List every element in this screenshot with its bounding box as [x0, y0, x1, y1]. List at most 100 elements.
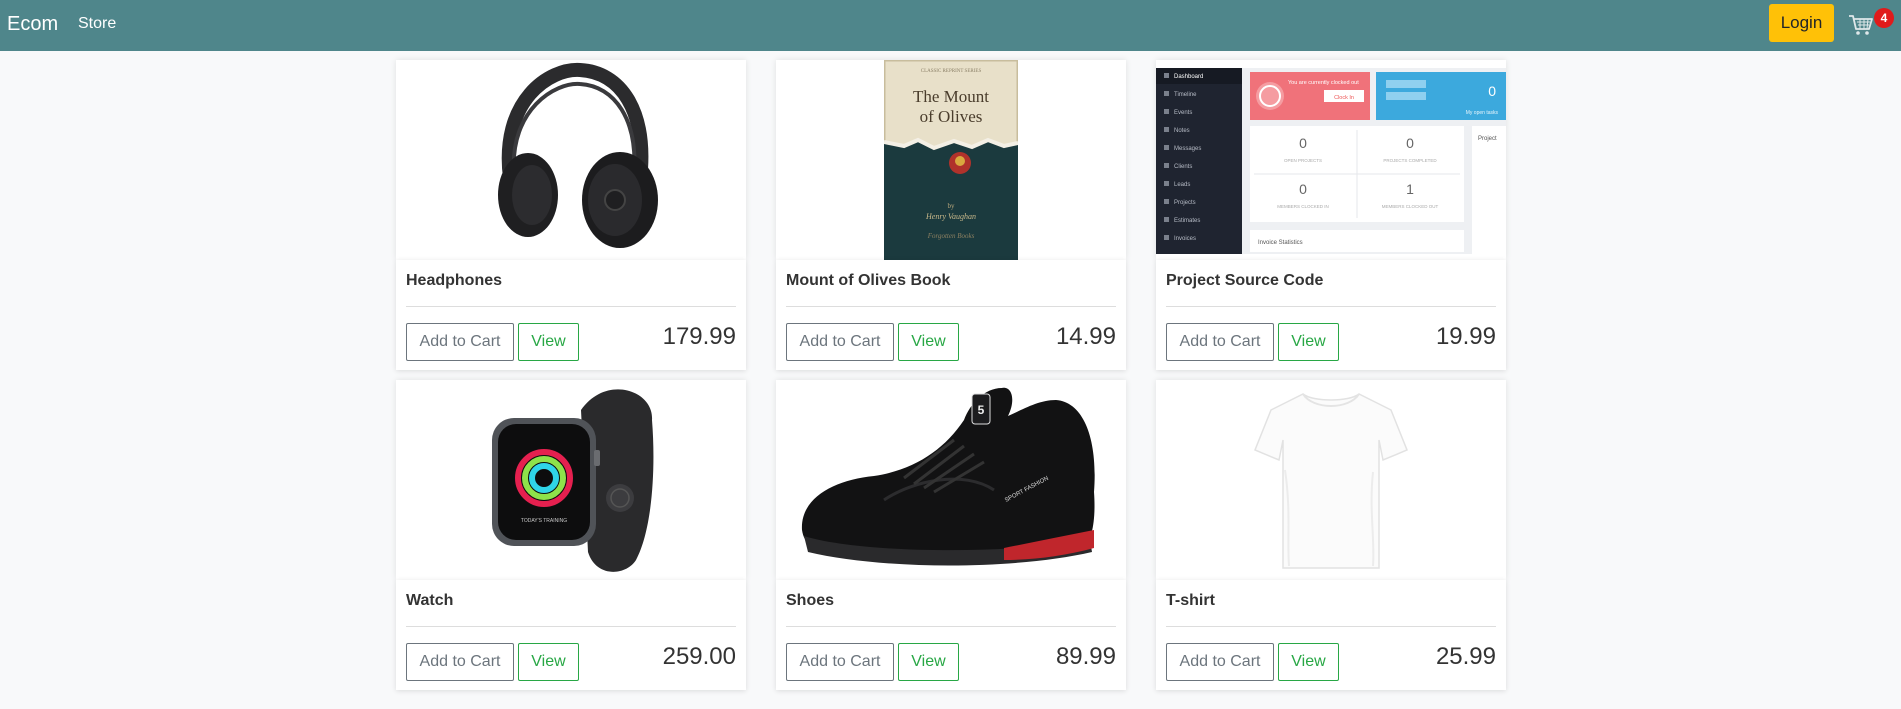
cart-count-badge: 4: [1874, 8, 1894, 28]
dash-menu-item: Projects: [1174, 200, 1196, 206]
product-info: Shoes Add to Cart View 89.99: [776, 580, 1126, 690]
view-button[interactable]: View: [518, 643, 579, 681]
product-price: 25.99: [1435, 643, 1496, 670]
product-price: 14.99: [1055, 323, 1116, 350]
dash-stat-value: 0: [1299, 135, 1307, 151]
dash-menu-item: Estimates: [1174, 218, 1200, 224]
product-info: T-shirt Add to Cart View 25.99: [1156, 580, 1506, 690]
cart-button[interactable]: 4: [1848, 8, 1894, 44]
product-info: Project Source Code Add to Cart View 19.…: [1156, 260, 1506, 370]
dash-stat-value: 0: [1299, 181, 1307, 197]
dash-menu-item: Leads: [1174, 182, 1190, 188]
book-cover-image[interactable]: CLASSIC REPRINT SERIES The Mount of Oliv…: [884, 60, 1018, 260]
dashboard-screenshot-image[interactable]: Dashboard Timeline Events Notes Messages Clie…: [1156, 60, 1506, 260]
dash-menu-icon: [1164, 73, 1169, 78]
dash-project-label: Project: [1478, 136, 1497, 142]
dash-stat-label: MEMBERS CLOCKED IN: [1277, 204, 1329, 209]
product-title[interactable]: Shoes: [786, 592, 834, 610]
navbar: Ecom Store Login 4: [0, 0, 1901, 51]
view-button[interactable]: View: [1278, 643, 1339, 681]
dash-menu-icon: [1164, 109, 1169, 114]
add-to-cart-button[interactable]: Add to Cart: [1166, 643, 1274, 681]
svg-text:by: by: [948, 202, 956, 210]
dash-menu-icon: [1164, 181, 1169, 186]
shoes-image[interactable]: 5 SPORT FASHION: [794, 380, 1108, 580]
dash-open-tasks-value: 0: [1488, 83, 1496, 99]
dash-menu-item: Notes: [1174, 128, 1190, 134]
brand-logo[interactable]: Ecom: [7, 13, 58, 36]
product-card: Headphones Add to Cart View 179.99: [396, 60, 746, 370]
product-card: TODAY'S TRAINING Watch Add to Cart View …: [396, 380, 746, 690]
dash-invoice-label: Invoice Statistics: [1258, 240, 1303, 246]
view-button[interactable]: View: [518, 323, 579, 361]
divider: [406, 306, 736, 307]
product-title[interactable]: Watch: [406, 592, 453, 610]
cart-icon: [1849, 15, 1873, 35]
watch-face-label: TODAY'S TRAINING: [521, 518, 567, 524]
add-to-cart-button[interactable]: Add to Cart: [406, 643, 514, 681]
divider: [1166, 626, 1496, 627]
product-image-area: Dashboard Timeline Events Notes Messages Clie…: [1156, 60, 1506, 260]
product-card: T-shirt Add to Cart View 25.99: [1156, 380, 1506, 690]
add-to-cart-button[interactable]: Add to Cart: [406, 323, 514, 361]
dash-open-tasks-label: My open tasks: [1466, 110, 1499, 116]
view-button[interactable]: View: [898, 643, 959, 681]
tshirt-image[interactable]: [1251, 380, 1411, 580]
dash-menu-icon: [1164, 127, 1169, 132]
svg-text:5: 5: [978, 403, 985, 417]
product-info: Headphones Add to Cart View 179.99: [396, 260, 746, 370]
book-series-text: CLASSIC REPRINT SERIES: [921, 69, 982, 74]
nav-link-store[interactable]: Store: [78, 15, 116, 33]
divider: [406, 626, 736, 627]
dash-menu-item: Invoices: [1174, 236, 1196, 242]
dash-menu-item: Dashboard: [1174, 74, 1203, 80]
product-image-area: CLASSIC REPRINT SERIES The Mount of Oliv…: [776, 60, 1126, 260]
product-info: Mount of Olives Book Add to Cart View 14…: [776, 260, 1126, 370]
dash-menu-icon: [1164, 163, 1169, 168]
book-title-line2: of Olives: [920, 107, 983, 126]
dash-alert-text: You are currently clocked out: [1288, 80, 1359, 86]
dash-stat-value: 0: [1406, 135, 1414, 151]
product-card: Dashboard Timeline Events Notes Messages Clie…: [1156, 60, 1506, 370]
product-card: 5 SPORT FASHION Shoes Add to Cart View 8…: [776, 380, 1126, 690]
dash-stat-label: PROJECTS COMPLETED: [1383, 158, 1437, 163]
dash-menu-icon: [1164, 235, 1169, 240]
product-price: 179.99: [662, 323, 736, 350]
book-publisher: Forgotten Books: [927, 232, 975, 240]
dash-menu-icon: [1164, 145, 1169, 150]
product-title[interactable]: T-shirt: [1166, 592, 1215, 610]
add-to-cart-button[interactable]: Add to Cart: [786, 323, 894, 361]
headphones-image[interactable]: [470, 60, 672, 260]
dash-menu-item: Timeline: [1174, 92, 1197, 98]
dash-menu-item: Messages: [1174, 146, 1201, 152]
product-image-area: 5 SPORT FASHION: [776, 380, 1126, 580]
dash-stat-value: 1: [1406, 181, 1414, 197]
dash-menu-item: Clients: [1174, 164, 1192, 170]
dash-menu-icon: [1164, 217, 1169, 222]
product-image-area: [1156, 380, 1506, 580]
product-title[interactable]: Headphones: [406, 272, 502, 290]
product-price: 259.00: [662, 643, 736, 670]
product-title[interactable]: Project Source Code: [1166, 272, 1323, 290]
product-image-area: TODAY'S TRAINING: [396, 380, 746, 580]
product-title[interactable]: Mount of Olives Book: [786, 272, 950, 290]
watch-image[interactable]: TODAY'S TRAINING: [486, 380, 656, 580]
divider: [786, 306, 1116, 307]
login-button[interactable]: Login: [1769, 4, 1834, 42]
dash-menu-icon: [1164, 91, 1169, 96]
product-price: 19.99: [1435, 323, 1496, 350]
view-button[interactable]: View: [1278, 323, 1339, 361]
dash-clock-button: Clock In: [1334, 95, 1354, 101]
divider: [786, 626, 1116, 627]
dash-stat-label: MEMBERS CLOCKED OUT: [1382, 204, 1439, 209]
product-price: 89.99: [1055, 643, 1116, 670]
product-card: CLASSIC REPRINT SERIES The Mount of Oliv…: [776, 60, 1126, 370]
divider: [1166, 306, 1496, 307]
product-image-area: [396, 60, 746, 260]
add-to-cart-button[interactable]: Add to Cart: [1166, 323, 1274, 361]
add-to-cart-button[interactable]: Add to Cart: [786, 643, 894, 681]
dash-stat-label: OPEN PROJECTS: [1284, 158, 1322, 163]
view-button[interactable]: View: [898, 323, 959, 361]
dash-menu-item: Events: [1174, 110, 1192, 116]
book-author: Henry Vaughan: [925, 212, 976, 221]
